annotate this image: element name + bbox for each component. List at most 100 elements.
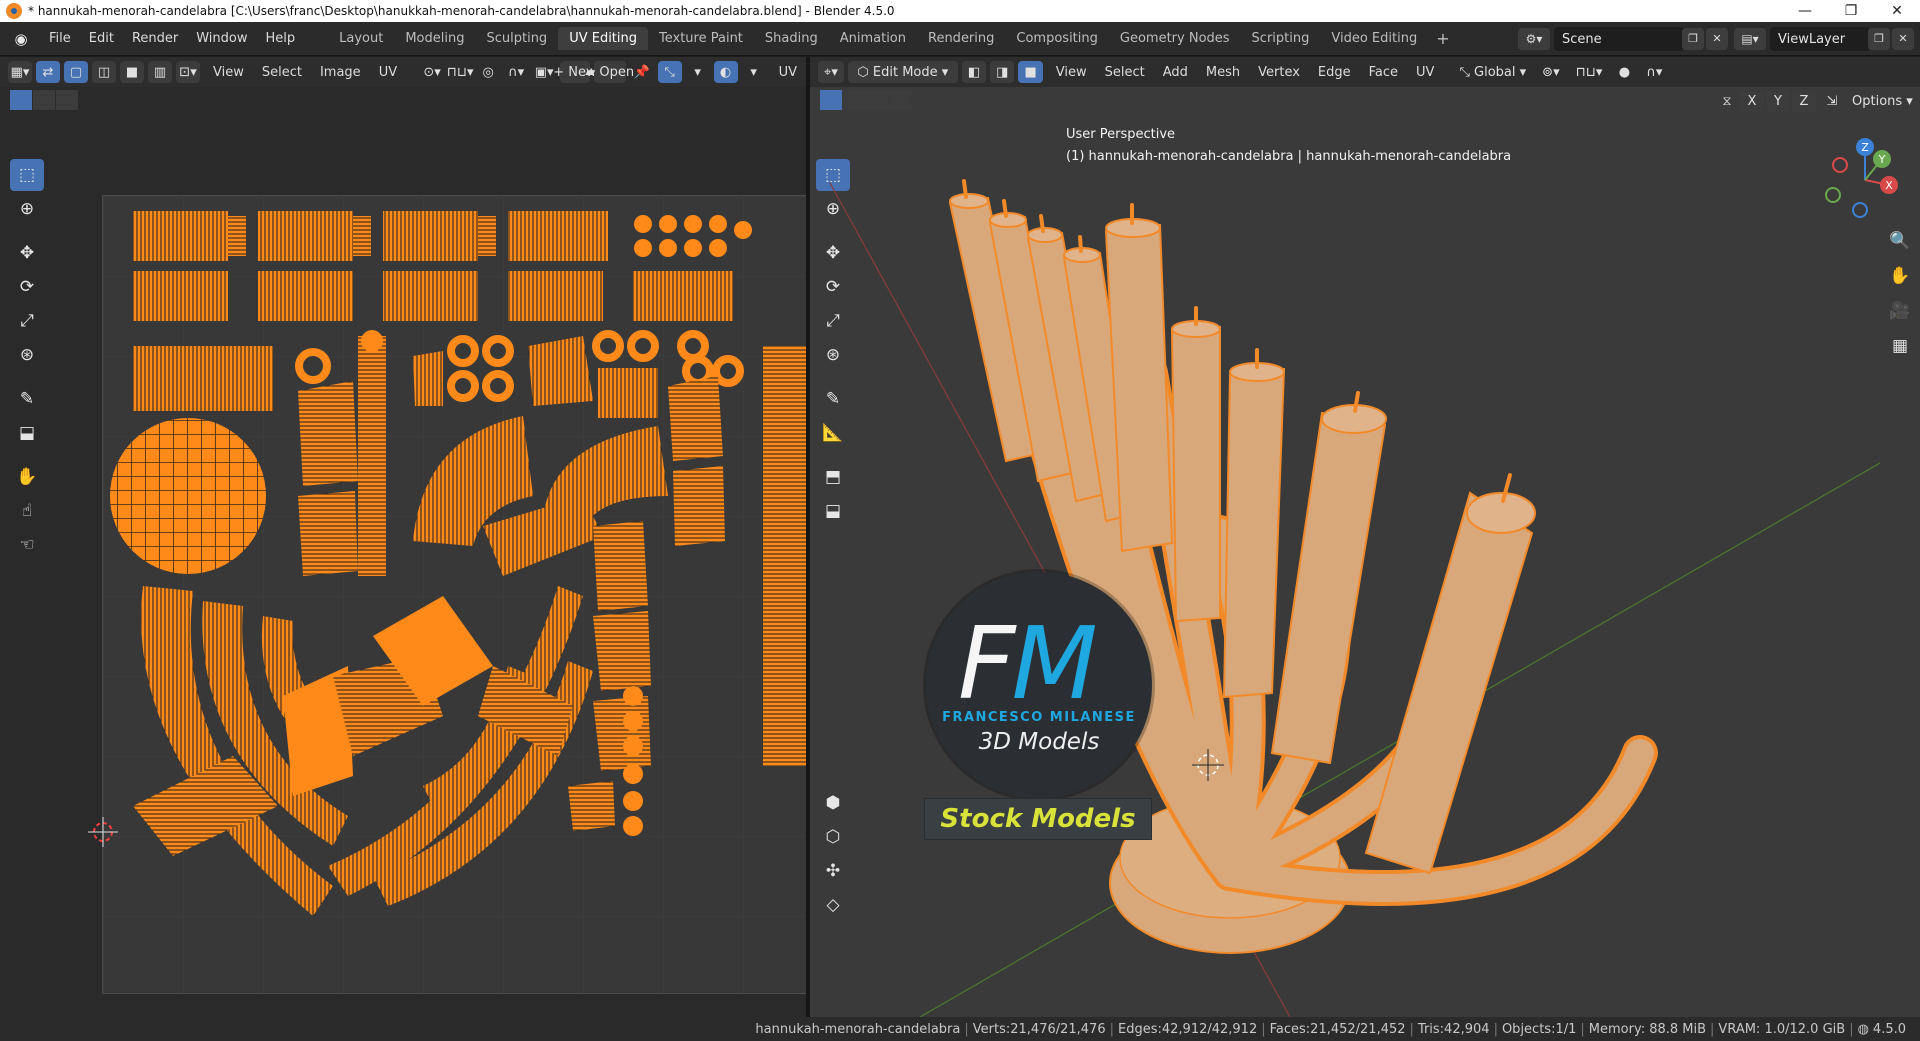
edge-mode-icon[interactable]: ◨ xyxy=(990,61,1015,83)
tab-layout[interactable]: Layout xyxy=(328,27,394,50)
annotate-tool-icon[interactable]: ✎ xyxy=(10,383,44,415)
tab-sculpting[interactable]: Sculpting xyxy=(475,27,558,50)
edge-select-icon[interactable]: ◫ xyxy=(92,61,116,83)
snap-icon[interactable]: ⊓⊔▾ xyxy=(447,61,474,83)
select-new-icon[interactable] xyxy=(10,90,32,110)
menu-file[interactable]: File xyxy=(40,31,80,46)
mode-selector[interactable]: ⬡ Edit Mode ▾ xyxy=(847,61,958,83)
3d-pan-hand-icon[interactable]: ✋ xyxy=(1886,262,1914,290)
tab-uv-editing[interactable]: UV Editing xyxy=(558,27,649,50)
island-select-icon[interactable]: ▥ xyxy=(148,61,172,83)
navigation-gizmo[interactable]: Z X Y xyxy=(1820,135,1910,225)
vertex-select-icon[interactable]: ▢ xyxy=(64,61,88,83)
tab-shading[interactable]: Shading xyxy=(754,27,829,50)
3d-menu-mesh[interactable]: Mesh xyxy=(1197,65,1249,80)
select-subtract-icon[interactable] xyxy=(56,90,78,110)
snap-toggle-icon[interactable]: ⊓⊔▾ xyxy=(1570,61,1609,83)
editor-type-icon[interactable]: ▦▾ xyxy=(8,61,32,83)
view-layer-icon[interactable]: ▤▾ xyxy=(1734,28,1766,50)
select-box-tool-icon[interactable]: ⬚ xyxy=(10,159,44,191)
camera-view-icon[interactable]: 🎥 xyxy=(1886,297,1914,325)
proportional-falloff-icon[interactable]: ∩▾ xyxy=(1640,61,1668,83)
pivot-icon[interactable]: ⊙▾ xyxy=(420,61,444,83)
overlay-toggle-icon[interactable]: ◐ xyxy=(713,61,738,83)
3d-menu-add[interactable]: Add xyxy=(1154,65,1197,80)
gizmo-toggle-icon[interactable]: ⤡ xyxy=(657,61,682,83)
3d-menu-vertex[interactable]: Vertex xyxy=(1249,65,1309,80)
auto-merge-icon[interactable]: ⇲ xyxy=(1820,90,1844,112)
tab-animation[interactable]: Animation xyxy=(829,27,917,50)
move-tool-icon[interactable]: ✥ xyxy=(10,237,44,269)
pin-icon[interactable]: 📌 xyxy=(630,61,654,83)
falloff-icon[interactable]: ∩▾ xyxy=(504,61,528,83)
3d-menu-select[interactable]: Select xyxy=(1096,65,1154,80)
pivot-point-icon[interactable]: ⊚▾ xyxy=(1536,61,1565,83)
scene-name-field[interactable]: Scene xyxy=(1554,27,1684,51)
3d-menu-face[interactable]: Face xyxy=(1360,65,1407,80)
uv-menu-uv[interactable]: UV xyxy=(370,65,406,80)
vertex-mode-icon[interactable]: ◧ xyxy=(961,61,987,83)
select-extend-icon[interactable] xyxy=(33,90,55,110)
open-image-button[interactable]: ▰ Open xyxy=(585,61,634,83)
menu-window[interactable]: Window xyxy=(187,31,256,46)
3d-select-new-icon[interactable] xyxy=(820,90,842,110)
relax-tool-icon[interactable]: ☝ xyxy=(10,495,44,527)
pinch-tool-icon[interactable]: ☜ xyxy=(10,529,44,561)
tab-modeling[interactable]: Modeling xyxy=(394,27,475,50)
sync-selection-icon[interactable]: ⇄ xyxy=(36,61,60,83)
tab-video-editing[interactable]: Video Editing xyxy=(1320,27,1428,50)
uv-menu-select[interactable]: Select xyxy=(253,65,311,80)
tab-scripting[interactable]: Scripting xyxy=(1241,27,1321,50)
options-dropdown[interactable]: Options ▾ xyxy=(1846,90,1919,112)
transform-tool-icon[interactable]: ⊛ xyxy=(10,339,44,371)
3d-viewport[interactable]: ⌖▾ ⬡ Edit Mode ▾ ◧ ◨ ■ View Select Add M… xyxy=(810,57,1920,1017)
new-view-layer-icon[interactable]: ❐ xyxy=(1868,28,1890,50)
rip-tool-icon[interactable]: ⬓ xyxy=(10,417,44,449)
remove-view-layer-icon[interactable]: ✕ xyxy=(1892,28,1914,50)
face-mode-icon[interactable]: ■ xyxy=(1018,61,1043,83)
3d-menu-uv[interactable]: UV xyxy=(1407,65,1443,80)
gizmo-dropdown-icon[interactable]: ▾ xyxy=(686,61,710,83)
view-layer-field[interactable]: ViewLayer xyxy=(1770,27,1870,51)
restore-button[interactable]: ❐ xyxy=(1828,3,1874,19)
orientation-selector[interactable]: ⤡ Global ▾ xyxy=(1453,61,1532,83)
3d-menu-edge[interactable]: Edge xyxy=(1309,65,1360,80)
face-select-icon[interactable]: ■ xyxy=(120,61,144,83)
menu-edit[interactable]: Edit xyxy=(80,31,123,46)
3d-select-extend-icon[interactable] xyxy=(843,90,865,110)
tab-geometry-nodes[interactable]: Geometry Nodes xyxy=(1109,27,1241,50)
delete-scene-icon[interactable]: ✕ xyxy=(1706,28,1728,50)
uv-menu-image[interactable]: Image xyxy=(311,65,370,80)
3d-select-invert-icon[interactable] xyxy=(889,90,911,110)
rotate-tool-icon[interactable]: ⟳ xyxy=(10,271,44,303)
proportional-icon[interactable]: ● xyxy=(1612,61,1636,83)
ortho-grid-icon[interactable]: ▦ xyxy=(1886,332,1914,360)
scene-selector-icon[interactable]: ⚙▾ xyxy=(1518,28,1550,50)
mirror-y-toggle[interactable]: Y xyxy=(1766,90,1790,112)
uv-extra-menu[interactable]: UV xyxy=(770,65,806,80)
uv-canvas[interactable] xyxy=(102,195,806,995)
menu-render[interactable]: Render xyxy=(123,31,187,46)
mirror-x-toggle[interactable]: X xyxy=(1740,90,1764,112)
scale-tool-icon[interactable]: ⤢ xyxy=(10,305,44,337)
blender-logo-icon[interactable]: ◉ xyxy=(10,30,32,48)
menu-help[interactable]: Help xyxy=(257,31,305,46)
sticky-select-icon[interactable]: ⊡▾ xyxy=(176,61,200,83)
3d-zoom-icon[interactable]: 🔍 xyxy=(1886,227,1914,255)
tab-compositing[interactable]: Compositing xyxy=(1005,27,1109,50)
new-scene-icon[interactable]: ❐ xyxy=(1682,28,1704,50)
proportional-edit-icon[interactable]: ◎ xyxy=(476,61,500,83)
3d-select-subtract-icon[interactable] xyxy=(866,90,888,110)
uv-menu-view[interactable]: View xyxy=(204,65,253,80)
tab-texture-paint[interactable]: Texture Paint xyxy=(648,27,754,50)
uv-2d-cursor-icon[interactable] xyxy=(88,817,118,847)
mirror-icon[interactable]: ⧖ xyxy=(1715,90,1739,112)
mirror-z-toggle[interactable]: Z xyxy=(1792,90,1816,112)
cursor-tool-icon[interactable]: ⊕ xyxy=(10,193,44,225)
close-button[interactable]: ✕ xyxy=(1874,3,1920,19)
overlay-dropdown-icon[interactable]: ▾ xyxy=(742,61,766,83)
add-workspace-button[interactable]: + xyxy=(1428,29,1457,48)
3d-editor-type-icon[interactable]: ⌖▾ xyxy=(818,61,844,83)
tab-rendering[interactable]: Rendering xyxy=(917,27,1005,50)
minimize-button[interactable]: — xyxy=(1782,3,1828,19)
